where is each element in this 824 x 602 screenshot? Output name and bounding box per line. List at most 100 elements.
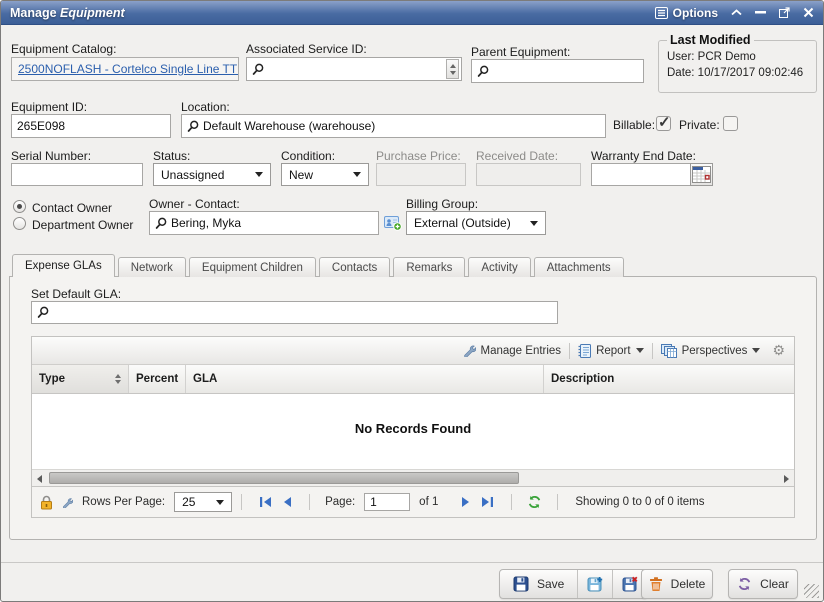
billable-checkbox[interactable] bbox=[656, 116, 671, 131]
parent-equipment-input[interactable] bbox=[493, 60, 643, 82]
empty-message: No Records Found bbox=[32, 421, 794, 436]
options-icon bbox=[655, 7, 668, 19]
equipment-id-label: Equipment ID: bbox=[11, 100, 87, 114]
tab-equipment-children[interactable]: Equipment Children bbox=[189, 257, 316, 277]
parent-equipment-label: Parent Equipment: bbox=[471, 45, 570, 59]
warranty-end-date-label: Warranty End Date: bbox=[591, 149, 696, 163]
gear-icon[interactable]: ⚙ bbox=[772, 342, 785, 359]
save-button[interactable]: Save bbox=[500, 570, 578, 598]
dropdown-arrow-icon bbox=[752, 348, 760, 353]
toolbar-separator bbox=[569, 343, 570, 359]
last-page-icon[interactable] bbox=[480, 496, 494, 508]
pager-wrench-icon[interactable] bbox=[62, 497, 73, 508]
tab-attachments[interactable]: Attachments bbox=[534, 257, 624, 277]
private-checkbox[interactable] bbox=[723, 116, 738, 131]
clear-label: Clear bbox=[760, 577, 789, 591]
contact-owner-label: Contact Owner bbox=[32, 201, 112, 215]
refresh-icon[interactable] bbox=[527, 495, 542, 509]
equipment-catalog-link[interactable]: 2500NOFLASH - Cortelco Single Line TT D.… bbox=[18, 62, 239, 76]
owner-contact-input[interactable] bbox=[171, 212, 378, 234]
dropdown-arrow-icon bbox=[255, 172, 263, 177]
page-input[interactable] bbox=[364, 493, 410, 511]
department-owner-label: Department Owner bbox=[32, 218, 133, 232]
report-icon bbox=[578, 344, 591, 358]
window-controls: Options bbox=[655, 6, 814, 20]
spinner-icon[interactable] bbox=[446, 59, 459, 79]
equipment-id-input[interactable] bbox=[11, 114, 171, 138]
column-header-gla[interactable]: GLA bbox=[186, 365, 544, 393]
first-page-icon[interactable] bbox=[259, 496, 273, 508]
equipment-catalog-label: Equipment Catalog: bbox=[11, 42, 116, 56]
last-modified-user: User: PCR Demo bbox=[667, 49, 808, 65]
warranty-end-date-input[interactable] bbox=[591, 163, 691, 186]
serial-number-input[interactable] bbox=[11, 163, 143, 186]
footer-divider bbox=[1, 562, 823, 563]
location-input[interactable] bbox=[203, 115, 605, 137]
column-header-type[interactable]: Type bbox=[32, 365, 129, 393]
billing-group-value: External (Outside) bbox=[414, 216, 511, 230]
clear-icon bbox=[737, 577, 752, 591]
toolbar-separator bbox=[652, 343, 653, 359]
options-button[interactable]: Options bbox=[655, 6, 718, 20]
horizontal-scrollbar[interactable] bbox=[32, 469, 794, 486]
tab-activity[interactable]: Activity bbox=[468, 257, 530, 277]
report-button[interactable]: Report bbox=[578, 344, 644, 358]
received-date-label: Received Date: bbox=[476, 149, 558, 163]
next-page-icon[interactable] bbox=[461, 496, 471, 508]
close-button[interactable] bbox=[803, 7, 814, 18]
perspectives-label: Perspectives bbox=[682, 345, 748, 357]
minimize-icon bbox=[755, 11, 766, 14]
minimize-button[interactable] bbox=[755, 11, 766, 14]
perspectives-button[interactable]: Perspectives bbox=[661, 344, 761, 358]
resize-grip[interactable] bbox=[804, 584, 819, 598]
scroll-right-icon[interactable] bbox=[784, 475, 789, 483]
department-owner-radio[interactable] bbox=[13, 217, 26, 230]
collapse-icon bbox=[731, 9, 742, 16]
dropdown-arrow-icon bbox=[530, 221, 538, 226]
grid-toolbar: Manage Entries Report Perspectives ⚙ bbox=[32, 337, 794, 365]
column-header-percent[interactable]: Percent bbox=[129, 365, 186, 393]
associated-service-id-label: Associated Service ID: bbox=[246, 42, 367, 56]
add-contact-button[interactable] bbox=[384, 215, 402, 236]
prev-page-icon[interactable] bbox=[282, 496, 292, 508]
lock-icon[interactable] bbox=[40, 495, 53, 510]
collapse-button[interactable] bbox=[731, 9, 742, 16]
delete-button[interactable]: Delete bbox=[641, 569, 713, 599]
last-modified-date: Date: 10/17/2017 09:02:46 bbox=[667, 65, 808, 81]
last-modified-legend: Last Modified bbox=[667, 33, 754, 47]
save-close-icon bbox=[622, 576, 638, 592]
status-label: Status: bbox=[153, 149, 190, 163]
tab-expense-glas[interactable]: Expense GLAs bbox=[12, 254, 115, 277]
save-and-new-button[interactable] bbox=[578, 570, 613, 598]
condition-select[interactable]: New bbox=[281, 163, 369, 186]
scrollbar-thumb[interactable] bbox=[49, 472, 519, 484]
page-of-label: of 1 bbox=[419, 496, 438, 508]
manage-entries-button[interactable]: Manage Entries bbox=[463, 344, 562, 357]
billing-group-label: Billing Group: bbox=[406, 197, 478, 211]
set-default-gla-input[interactable] bbox=[53, 302, 557, 323]
contact-owner-radio[interactable] bbox=[13, 200, 26, 213]
tab-network[interactable]: Network bbox=[118, 257, 186, 277]
popout-button[interactable] bbox=[779, 7, 790, 18]
rows-per-page-select[interactable]: 25 bbox=[174, 492, 232, 512]
sort-icon bbox=[115, 374, 121, 384]
last-modified-box: Last Modified User: PCR Demo Date: 10/17… bbox=[658, 33, 817, 93]
scroll-left-icon[interactable] bbox=[37, 475, 42, 483]
calendar-button[interactable] bbox=[690, 163, 713, 186]
grid-body: No Records Found bbox=[32, 394, 794, 469]
set-default-gla-label: Set Default GLA: bbox=[31, 287, 121, 301]
received-date-input bbox=[476, 163, 581, 186]
status-select[interactable]: Unassigned bbox=[153, 163, 271, 186]
billing-group-select[interactable]: External (Outside) bbox=[406, 211, 546, 235]
dropdown-arrow-icon bbox=[216, 500, 224, 505]
column-header-description[interactable]: Description bbox=[544, 365, 794, 393]
billable-label: Billable: bbox=[613, 118, 655, 132]
tab-contacts[interactable]: Contacts bbox=[319, 257, 390, 277]
tab-remarks[interactable]: Remarks bbox=[393, 257, 465, 277]
search-icon bbox=[187, 120, 199, 133]
page-label: Page: bbox=[325, 496, 355, 508]
clear-button[interactable]: Clear bbox=[728, 569, 798, 599]
save-label: Save bbox=[537, 577, 564, 591]
associated-service-id-input[interactable] bbox=[268, 58, 442, 80]
search-icon bbox=[252, 63, 264, 76]
